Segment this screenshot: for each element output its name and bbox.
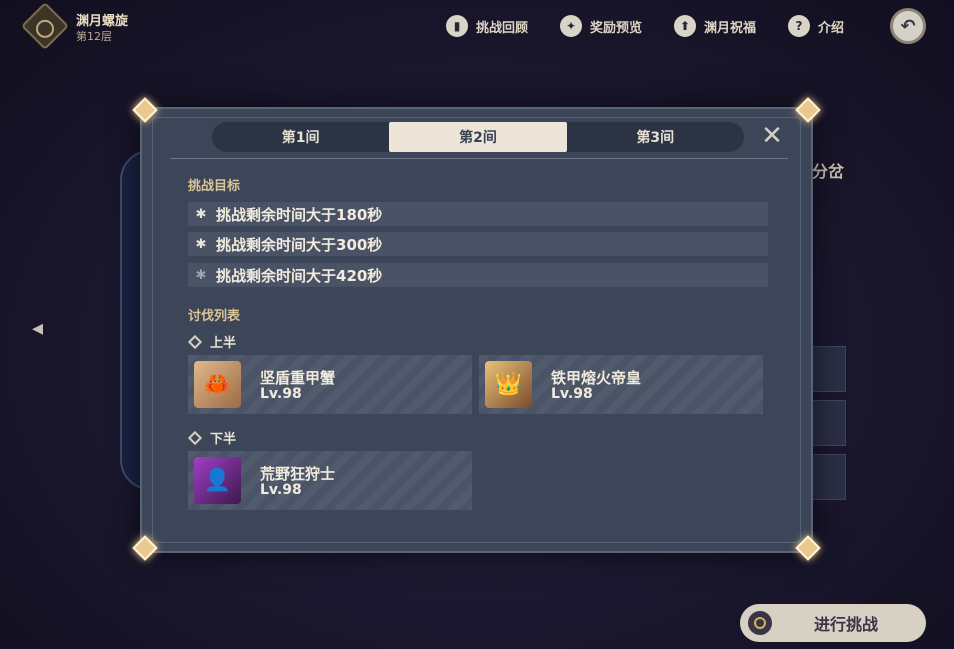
nav-challenge-review[interactable]: ▮ 挑战回顾 [446, 14, 528, 38]
nav-label: 奖励预览 [590, 20, 643, 36]
enemy-level: Lv.98 [551, 386, 593, 402]
nav-label: 介绍 [818, 20, 845, 36]
enemy-card[interactable]: 👑 铁甲熔火帝皇 Lv.98 [479, 355, 763, 414]
nav-label: 渊月祝福 [704, 20, 757, 36]
enemy-card[interactable]: 🦀 坚盾重甲蟹 Lv.98 [188, 355, 472, 414]
diamond-icon [187, 430, 203, 445]
goal-text: 挑战剩余时间大于420秒 [216, 266, 383, 285]
star-unachieved-icon: ✱ [195, 267, 207, 283]
nav-intro[interactable]: ? 介绍 [788, 14, 844, 38]
goal-text: 挑战剩余时间大于180秒 [216, 205, 383, 224]
book-icon: ▮ [446, 15, 468, 37]
previous-arrow-icon[interactable]: ◂ [32, 316, 43, 341]
second-half-text: 下半 [210, 432, 237, 447]
enemy-card[interactable]: 👤 荒野狂狩士 Lv.98 [188, 451, 472, 510]
upload-icon: ⬆ [674, 15, 696, 37]
background-branch-label: 分岔 [812, 162, 845, 181]
goal-row: ✱ 挑战剩余时间大于420秒 [188, 263, 768, 287]
goal-row: ✱ 挑战剩余时间大于300秒 [188, 232, 768, 256]
background-tile [812, 454, 846, 500]
first-half-text: 上半 [210, 336, 237, 351]
top-bar: 渊月螺旋 第12层 ▮ 挑战回顾 ✦ 奖励预览 ⬆ 渊月祝福 ? 介绍 ↶ [0, 0, 954, 52]
hunter-portrait-icon: 👤 [194, 457, 241, 504]
enemy-name: 荒野狂狩士 [260, 465, 336, 483]
close-button[interactable]: ✕ [758, 122, 786, 150]
second-half-label: 下半 [187, 428, 237, 447]
goal-text: 挑战剩余时间大于300秒 [216, 235, 383, 254]
background-tile [812, 400, 846, 446]
back-arrow-icon: ↶ [900, 15, 916, 37]
chamber-tabs: 第1间 第2间 第3间 [212, 122, 744, 152]
diamond-icon [187, 334, 203, 349]
enemy-name: 坚盾重甲蟹 [260, 369, 336, 387]
divider [170, 158, 788, 159]
star-icon: ✦ [560, 15, 582, 37]
back-button[interactable]: ↶ [890, 8, 926, 44]
goals-title: 挑战目标 [188, 179, 241, 194]
goal-row: ✱ 挑战剩余时间大于180秒 [188, 202, 768, 226]
tab-chamber-1[interactable]: 第1间 [212, 122, 389, 152]
emperor-portrait-icon: 👑 [485, 361, 532, 408]
enemy-name: 铁甲熔火帝皇 [551, 369, 642, 387]
chamber-detail-dialog: 第1间 第2间 第3间 ✕ 挑战目标 ✱ 挑战剩余时间大于180秒 ✱ 挑战剩余… [140, 107, 813, 553]
start-challenge-button[interactable]: 进行挑战 [740, 604, 926, 642]
nav-blessing[interactable]: ⬆ 渊月祝福 [674, 14, 756, 38]
background-tile [812, 346, 846, 392]
challenge-label: 进行挑战 [814, 615, 879, 634]
star-achieved-icon: ✱ [195, 236, 207, 252]
challenge-ring-icon [748, 611, 772, 635]
enemies-title: 讨伐列表 [188, 309, 241, 324]
nav-label: 挑战回顾 [476, 20, 529, 36]
enemy-level: Lv.98 [260, 386, 302, 402]
tab-chamber-2[interactable]: 第2间 [389, 122, 567, 152]
floor-title: 渊月螺旋 [76, 14, 129, 29]
tab-chamber-3[interactable]: 第3间 [567, 122, 744, 152]
first-half-label: 上半 [187, 332, 237, 351]
floor-subtitle: 第12层 [76, 30, 112, 43]
close-icon: ✕ [761, 121, 783, 151]
abyss-emblem-icon [20, 1, 70, 51]
star-achieved-icon: ✱ [195, 206, 207, 222]
enemy-level: Lv.98 [260, 482, 302, 498]
help-icon: ? [788, 15, 810, 37]
nav-reward-preview[interactable]: ✦ 奖励预览 [560, 14, 642, 38]
crab-portrait-icon: 🦀 [194, 361, 241, 408]
